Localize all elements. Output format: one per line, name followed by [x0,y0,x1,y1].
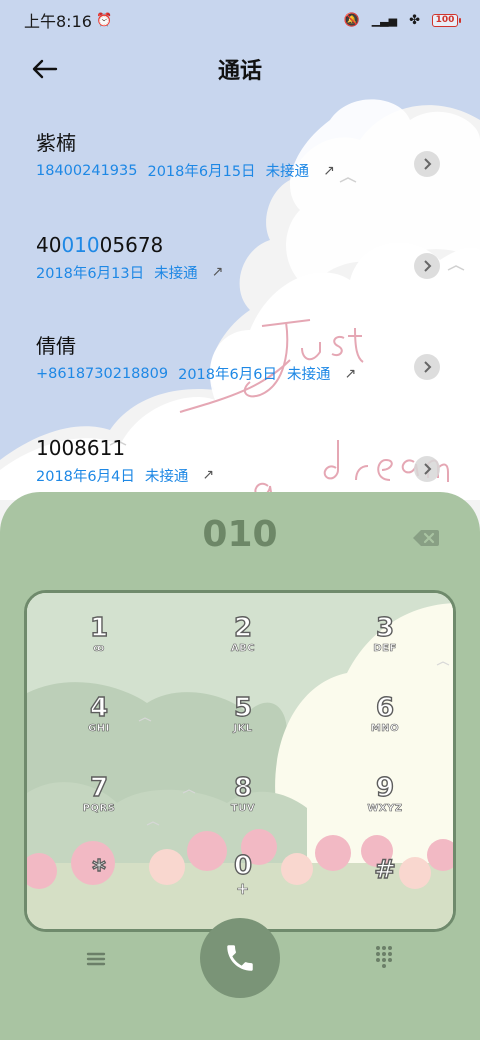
call-status: 未接通 [265,164,310,180]
call-date: 2018年6月4日 [36,468,135,485]
key-7[interactable]: 7 PQRS [44,772,154,843]
key-letters: DEF [373,643,397,655]
hamburger-menu-icon [86,952,106,966]
call-date: 2018年6月6日 [178,367,277,383]
call-number: 18400241935 [36,162,138,179]
key-digit: # [373,854,396,885]
contact-name: 紫楠 [36,131,76,155]
call-log-item[interactable]: 紫楠 18400241935 2018年6月15日 未接通 ↗ [0,128,480,230]
key-digit: 5 [233,692,253,723]
key-3[interactable]: 3 DEF [330,612,440,683]
key-digit: 3 [375,612,395,643]
key-letters: + [236,879,250,898]
call-date: 2018年6月13日 [36,265,145,282]
call-status: 未接通 [154,265,198,282]
chevron-right-icon [424,462,432,475]
key-2[interactable]: 2 ABC [188,612,298,683]
phone-icon [227,945,253,971]
key-0[interactable]: 0 + [188,850,298,921]
key-digit: * [92,854,107,885]
outgoing-arrow-icon: ↗ [202,467,215,483]
voicemail-icon: ꝏ [93,643,105,655]
dial-panel: 010 1 ꝏ 2 ABC 3 DEF 4 GHI 5 JKL 6 MNO 7 … [0,492,480,1040]
number-prefix: 40 [36,232,62,257]
outgoing-arrow-icon: ↗ [323,162,335,179]
key-6[interactable]: 6 MNO [330,692,440,763]
keypad-toggle-button[interactable] [372,944,396,968]
key-digit: 7 [89,772,109,803]
status-bar: 上午8:16 ⏰ 🔕 ▁▃▅ ✤ 100 [0,0,480,40]
key-letters: ABC [230,643,256,655]
chevron-right-icon [424,158,432,170]
key-letters: MNO [370,723,400,735]
back-button[interactable] [28,54,62,84]
call-button[interactable] [200,918,280,998]
menu-button[interactable] [80,946,112,972]
key-letters: WXYZ [367,803,403,815]
call-detail-button[interactable] [414,151,440,177]
status-time: 上午8:16 [24,12,92,31]
contact-number: 1008611 [36,435,126,460]
key-8[interactable]: 8 TUV [188,772,298,843]
key-letters: PQRS [82,803,116,815]
arrow-left-icon [32,59,58,79]
call-detail-button[interactable] [414,455,440,482]
chevron-right-icon [424,259,432,272]
key-4[interactable]: 4 GHI [44,692,154,763]
key-digit: 4 [89,692,109,723]
key-grid: 1 ꝏ 2 ABC 3 DEF 4 GHI 5 JKL 6 MNO 7 PQRS… [27,593,453,929]
mute-icon: 🔕 [343,12,360,28]
dialer-bottom-bar [0,912,480,1032]
key-digit: 9 [375,772,395,803]
outgoing-arrow-icon: ↗ [211,264,224,280]
key-letters: GHI [88,723,110,735]
outgoing-arrow-icon: ↗ [344,365,357,382]
number-suffix: 05678 [99,232,164,257]
contact-number: 4001005678 [36,230,480,260]
battery-icon: 100 [432,13,461,27]
key-digit: 2 [233,612,253,643]
alarm-icon: ⏰ [95,12,113,28]
key-1[interactable]: 1 ꝏ [44,612,154,683]
dialed-number: 010 [202,514,278,555]
key-digit: 1 [89,612,109,643]
key-digit: 0 [233,850,253,881]
call-log-list: 紫楠 18400241935 2018年6月15日 未接通 ↗ 40010056… [0,128,480,534]
key-letters: TUV [230,803,256,815]
call-status: 未接通 [144,468,189,485]
key-digit: 8 [233,772,253,803]
key-digit: 6 [375,692,395,723]
contact-name: 倩倩 [36,334,76,358]
call-log-item[interactable]: 4001005678 2018年6月13日 未接通 ↗ [0,230,480,332]
wifi-icon: ✤ [409,12,420,28]
signal-icon: ▁▃▅ [371,13,398,27]
call-detail-button[interactable] [414,354,440,380]
keypad: 1 ꝏ 2 ABC 3 DEF 4 GHI 5 JKL 6 MNO 7 PQRS… [24,590,456,932]
number-match-highlight: 010 [61,232,100,257]
key-letters: JKL [233,723,253,735]
page-title: 通话 [217,59,262,84]
dialpad-icon [376,946,392,968]
page-header: 通话 [0,44,480,94]
call-detail-button[interactable] [414,252,440,279]
backspace-button[interactable] [412,528,440,548]
call-number: +8618730218809 [36,365,169,382]
call-log-item[interactable]: 倩倩 +8618730218809 2018年6月6日 未接通 ↗ [0,331,480,433]
chevron-right-icon [424,361,432,373]
call-date: 2018年6月15日 [147,164,256,180]
backspace-icon [413,530,439,546]
call-status: 未接通 [286,367,331,383]
key-5[interactable]: 5 JKL [188,692,298,763]
key-9[interactable]: 9 WXYZ [330,772,440,843]
